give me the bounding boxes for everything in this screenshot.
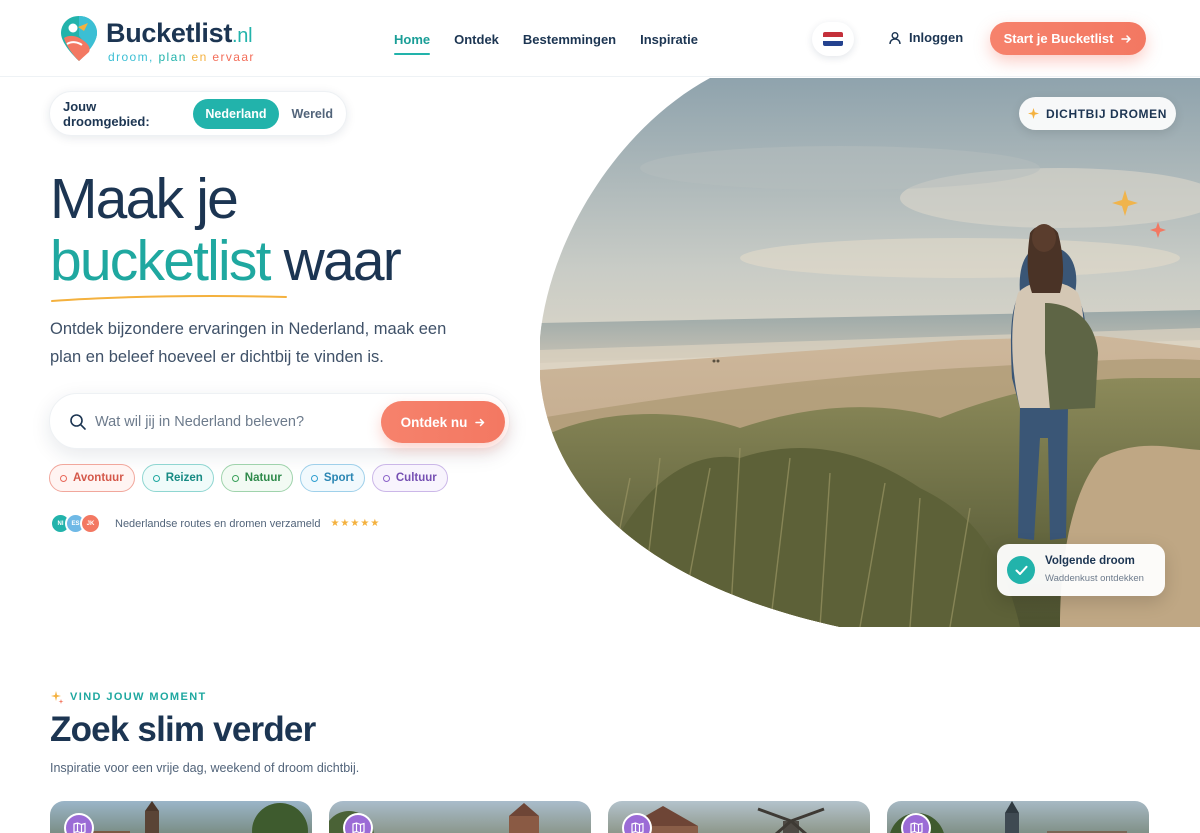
avatar-stack: NI ES JK [50,513,101,534]
region-switch: Jouw droomgebied: Nederland Wereld [49,91,347,136]
hero-title: Maak je bucketlist waar [50,167,402,293]
user-icon [889,31,901,44]
tag-sport[interactable]: Sport [299,464,365,492]
nav-home[interactable]: Home [394,32,431,55]
sparkle-icon [1027,108,1039,119]
inspiration-card[interactable] [329,801,591,833]
inspiration-card[interactable] [608,801,870,833]
login-label: Inloggen [909,30,964,45]
language-switch-button[interactable] [812,22,854,56]
hero-title-line1: Maak je [50,167,239,231]
section-title: Zoek slim verder [50,710,316,749]
search-input[interactable] [95,408,375,436]
logo[interactable]: Bucketlist.nl droom, plan en ervaar [58,14,268,66]
logo-pin-icon [61,16,97,61]
start-bucketlist-label: Start je Bucketlist [1003,31,1114,46]
search-icon [70,414,86,430]
nav-inspiratie[interactable]: Inspiratie [640,32,698,47]
dichtbij-dromen-label: DICHTBIJ DROMEN [1045,106,1167,121]
inspiration-cards [50,801,1149,833]
category-tags: Avontuur Reizen Natuur Sport Cultuur [49,464,448,492]
social-proof-text: Nederlandse routes en dromen verzameld [115,517,321,530]
tag-avontuur[interactable]: Avontuur [49,464,135,492]
tag-dot-icon [310,474,318,482]
title-underline-swoosh [51,295,287,302]
tag-cultuur[interactable]: Cultuur [371,464,448,492]
hero-title-accent: bucketlist [50,229,271,293]
hero-title-rest: waar [269,229,402,293]
nav-ontdek[interactable]: Ontdek [454,32,499,47]
search-bar: Ontdek nu [49,393,510,449]
dichtbij-dromen-badge: DICHTBIJ DROMEN [1019,97,1176,130]
logo-wordmark: Bucketlist.nl [106,18,253,48]
logo-tagline: droom, plan en ervaar [108,50,255,64]
inspiration-card[interactable] [50,801,312,833]
tag-dot-icon [152,474,160,482]
ontdek-nu-button[interactable]: Ontdek nu [381,401,505,443]
tag-natuur[interactable]: Natuur [220,464,293,492]
inspiration-card[interactable] [887,801,1149,833]
main-nav: Home Ontdek Bestemmingen Inspiratie [394,32,722,55]
section-eyebrow-label: VIND JOUW MOMENT [70,691,207,703]
tag-label: Natuur [244,472,282,484]
section-subtitle: Inspiratie voor een vrije dag, weekend o… [50,761,360,775]
tag-dot-icon [231,474,239,482]
tag-label: Reizen [165,472,203,484]
next-dream-title: Volgende droom [1045,555,1135,567]
hero-lead: Ontdek bijzondere ervaringen in Nederlan… [50,320,447,366]
tag-label: Sport [323,472,354,484]
region-label: Jouw droomgebied: [63,98,150,129]
avatar: JK [80,513,101,534]
social-proof: NI ES JK Nederlandse routes en dromen ve… [50,513,380,534]
tag-dot-icon [382,474,390,482]
tag-label: Cultuur [395,472,437,484]
check-icon [1007,556,1035,584]
region-option-wereld[interactable]: Wereld [279,99,346,129]
tag-dot-icon [60,474,67,482]
section-eyebrow: VIND JOUW MOMENT [50,690,207,704]
nav-bestemmingen[interactable]: Bestemmingen [523,32,616,47]
arrow-right-icon [1121,34,1132,43]
flag-nl-icon [823,32,843,46]
region-option-nederland[interactable]: Nederland [193,98,279,129]
sparkle-icon [51,691,64,704]
login-link[interactable]: Inloggen [888,30,963,45]
next-dream-card[interactable]: Volgende droom Waddenkust ontdekken [997,544,1165,596]
start-bucketlist-button[interactable]: Start je Bucketlist [990,22,1146,55]
arrow-right-icon [475,418,485,426]
site-header: Bucketlist.nl droom, plan en ervaar Home… [0,0,1200,77]
tag-reizen[interactable]: Reizen [141,464,214,492]
rating-stars: ★★★★★ [330,518,381,529]
tag-label: Avontuur [73,472,124,484]
ontdek-nu-label: Ontdek nu [400,414,468,430]
next-dream-subtitle: Waddenkust ontdekken [1045,573,1144,584]
